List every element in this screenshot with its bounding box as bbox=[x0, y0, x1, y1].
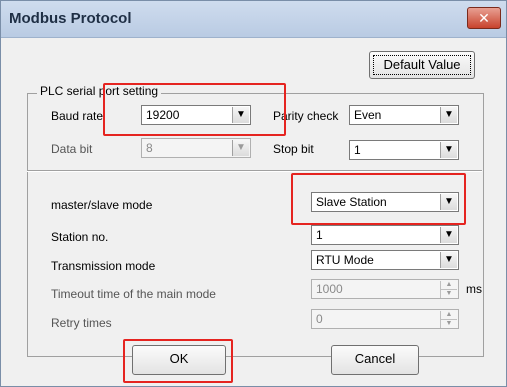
ok-button[interactable]: OK bbox=[132, 345, 226, 375]
retry-times-label: Retry times bbox=[51, 316, 112, 330]
title-bar[interactable]: Modbus Protocol ✕ bbox=[1, 1, 506, 38]
transmission-mode-label: Transmission mode bbox=[51, 259, 156, 273]
data-bit-value: 8 bbox=[146, 141, 153, 155]
timeout-label: Timeout time of the main mode bbox=[51, 287, 216, 301]
stop-bit-label: Stop bit bbox=[273, 142, 314, 156]
station-no-label: Station no. bbox=[51, 230, 109, 244]
master-slave-label: master/slave mode bbox=[51, 198, 153, 212]
ok-label: OK bbox=[169, 351, 189, 366]
master-slave-select[interactable]: Slave Station ▼ bbox=[311, 192, 459, 212]
close-button[interactable]: ✕ bbox=[467, 7, 501, 29]
stop-bit-select[interactable]: 1 ▼ bbox=[349, 140, 459, 160]
data-bit-select: 8 ▼ bbox=[141, 138, 251, 158]
timeout-spinner: 1000 ▲ ▼ bbox=[311, 279, 459, 299]
station-no-select[interactable]: 1 ▼ bbox=[311, 225, 459, 245]
cancel-button[interactable]: Cancel bbox=[331, 345, 419, 375]
chevron-down-icon[interactable]: ▼ bbox=[440, 227, 457, 243]
chevron-down-icon[interactable]: ▼ bbox=[440, 142, 457, 158]
window-title: Modbus Protocol bbox=[9, 10, 132, 27]
default-value-button[interactable]: Default Value bbox=[369, 51, 475, 79]
group-separator bbox=[27, 170, 482, 172]
timeout-unit: ms bbox=[466, 282, 482, 296]
chevron-down-icon[interactable]: ▼ bbox=[440, 107, 457, 123]
spin-up-icon: ▲ bbox=[440, 311, 457, 319]
master-slave-value: Slave Station bbox=[316, 195, 387, 209]
data-bit-label: Data bit bbox=[51, 142, 93, 156]
modbus-dialog: Modbus Protocol ✕ Default Value PLC seri… bbox=[0, 0, 507, 387]
default-value-label: Default Value bbox=[373, 55, 471, 75]
timeout-value: 1000 bbox=[316, 282, 343, 296]
chevron-down-icon[interactable]: ▼ bbox=[440, 252, 457, 268]
group-legend: PLC serial port setting bbox=[37, 84, 162, 98]
station-no-value: 1 bbox=[316, 228, 323, 242]
baud-rate-select[interactable]: 19200 ▼ bbox=[141, 105, 251, 125]
retry-times-value: 0 bbox=[316, 312, 323, 326]
chevron-down-icon[interactable]: ▼ bbox=[440, 194, 457, 210]
transmission-mode-value: RTU Mode bbox=[316, 253, 374, 267]
transmission-mode-select[interactable]: RTU Mode ▼ bbox=[311, 250, 459, 270]
parity-check-select[interactable]: Even ▼ bbox=[349, 105, 459, 125]
parity-check-value: Even bbox=[354, 108, 382, 122]
chevron-down-icon[interactable]: ▼ bbox=[232, 107, 249, 123]
chevron-down-icon: ▼ bbox=[232, 140, 249, 156]
cancel-label: Cancel bbox=[354, 351, 396, 366]
baud-rate-label: Baud rate bbox=[51, 109, 104, 123]
stop-bit-value: 1 bbox=[354, 143, 361, 157]
spin-up-icon: ▲ bbox=[440, 281, 457, 289]
spin-down-icon: ▼ bbox=[440, 319, 457, 328]
parity-check-label: Parity check bbox=[273, 109, 339, 123]
close-icon: ✕ bbox=[478, 10, 490, 26]
retry-times-spinner: 0 ▲ ▼ bbox=[311, 309, 459, 329]
spin-down-icon: ▼ bbox=[440, 289, 457, 298]
baud-rate-value: 19200 bbox=[146, 108, 180, 122]
